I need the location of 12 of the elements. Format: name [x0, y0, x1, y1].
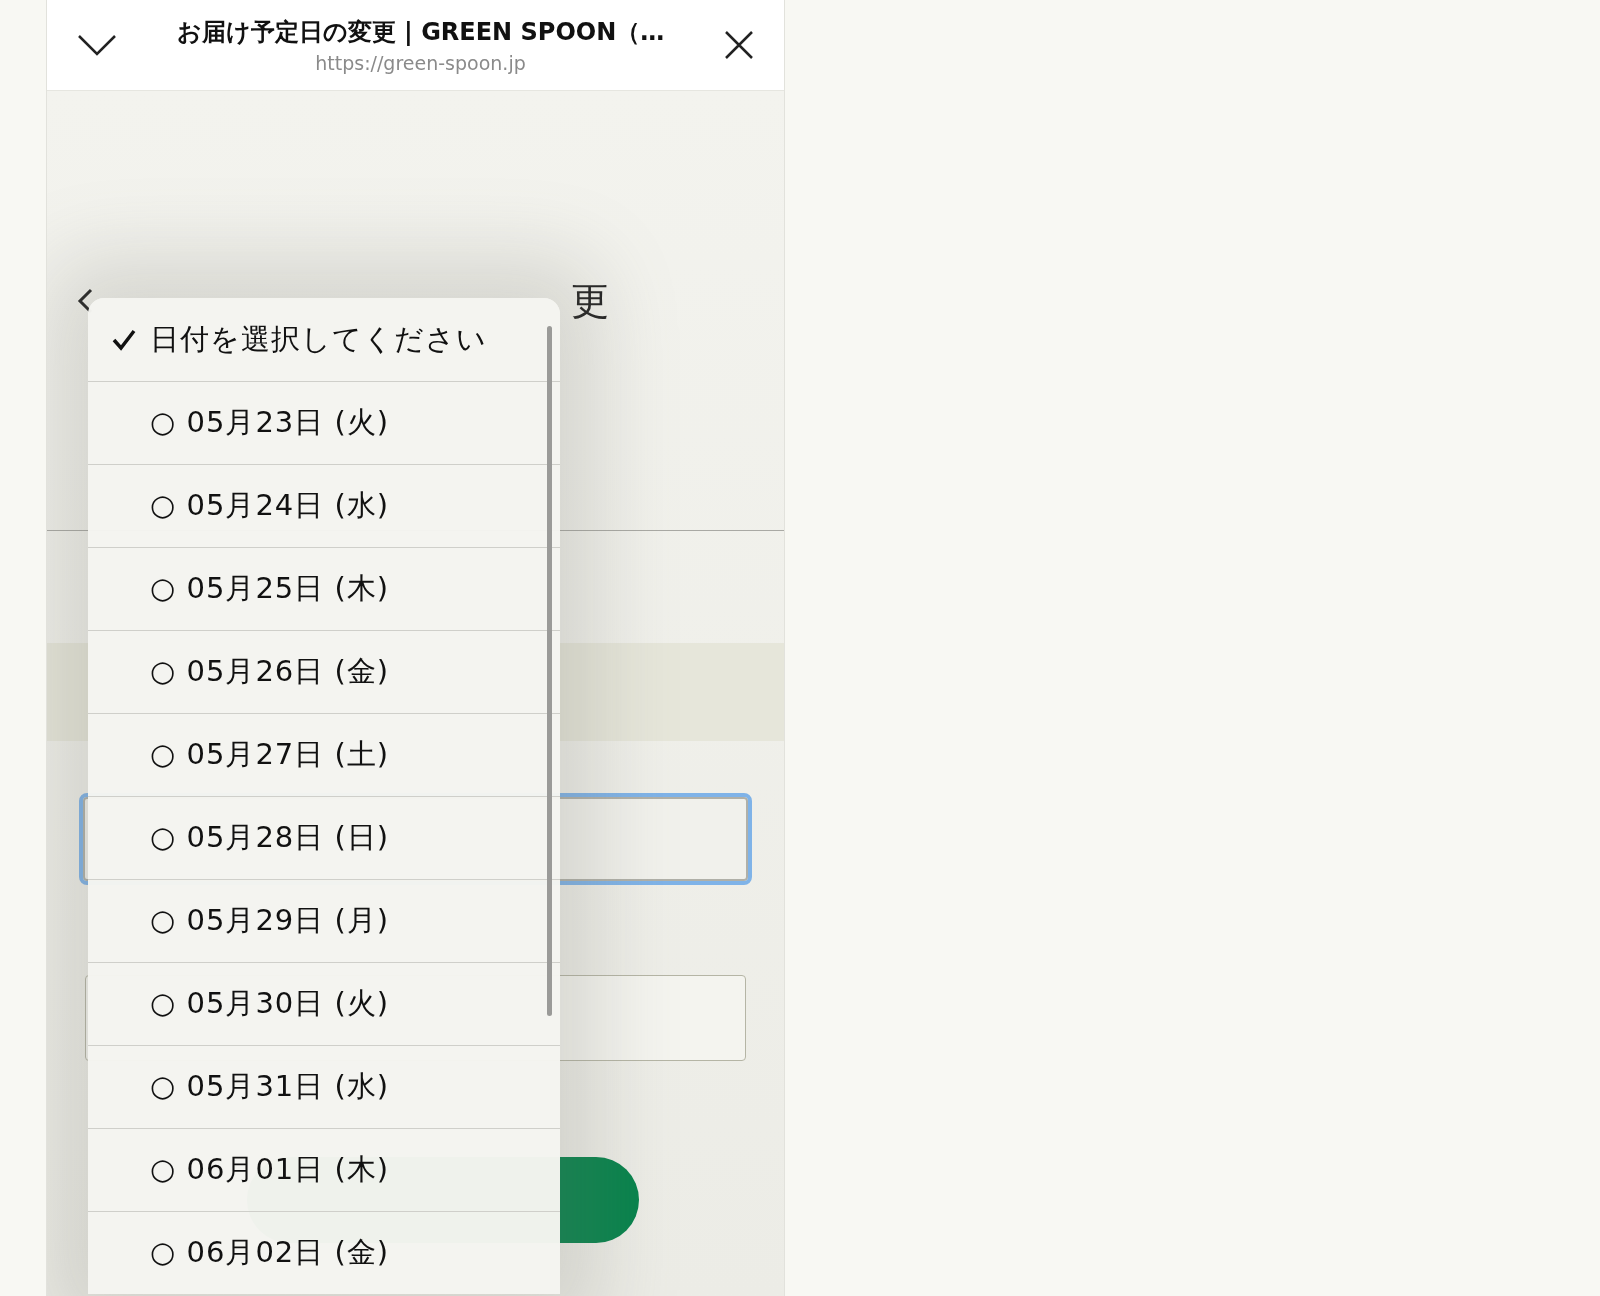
chevron-down-icon[interactable] — [77, 33, 117, 57]
menu-option[interactable]: ○ 06月01日 (木) — [88, 1128, 560, 1211]
close-icon[interactable] — [724, 30, 754, 60]
page-title: お届け予定日の変更 | GREEN SPOON（… — [176, 17, 665, 48]
back-icon[interactable] — [77, 288, 93, 314]
scrollbar[interactable] — [547, 326, 552, 1016]
menu-option[interactable]: ○ 06月02日 (金) — [88, 1211, 560, 1294]
menu-option[interactable]: 日付を選択してください — [88, 298, 560, 381]
page-heading: 更 — [571, 278, 609, 325]
page-url: https://green-spoon.jp — [315, 52, 526, 74]
menu-option[interactable]: ○ 05月31日 (水) — [88, 1045, 560, 1128]
checkmark-icon — [112, 328, 136, 351]
